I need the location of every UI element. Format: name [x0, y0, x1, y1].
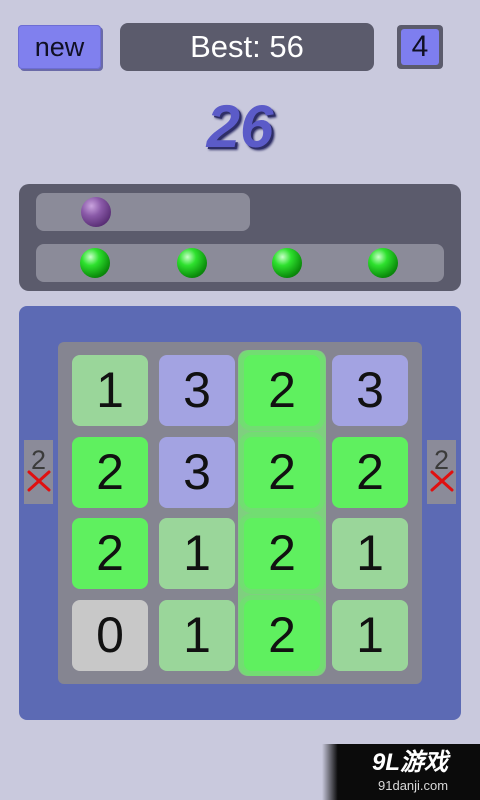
current-score: 26	[206, 93, 274, 160]
level-button[interactable]: 4	[397, 25, 443, 69]
green-ball	[80, 248, 110, 278]
best-score-display: Best: 56	[120, 23, 374, 71]
green-ball	[272, 248, 302, 278]
grid-tile[interactable]: 1	[332, 518, 408, 589]
grid-tile[interactable]: 1	[159, 600, 235, 671]
grid-tile[interactable]: 3	[332, 355, 408, 426]
grid-tile[interactable]: 2	[244, 355, 320, 426]
grid-tile[interactable]: 2	[72, 518, 148, 589]
grid-tile[interactable]: 2	[244, 518, 320, 589]
watermark-logo: 9L游戏	[372, 749, 449, 776]
bottom-ball-track	[36, 244, 444, 282]
grid-tile[interactable]: 1	[72, 355, 148, 426]
grid-tile[interactable]: 2	[244, 600, 320, 671]
left-row-marker[interactable]: 2	[24, 440, 53, 504]
close-icon	[27, 470, 51, 492]
right-row-marker[interactable]: 2	[427, 440, 456, 504]
grid-tile[interactable]: 0	[72, 600, 148, 671]
ball-tracks-panel	[19, 184, 461, 291]
grid-tile[interactable]: 2	[332, 437, 408, 508]
green-ball	[177, 248, 207, 278]
green-ball	[368, 248, 398, 278]
site-watermark: 9L游戏 91danji.com	[322, 744, 480, 800]
new-game-button[interactable]: new	[18, 25, 101, 69]
grid-tile[interactable]: 2	[244, 437, 320, 508]
grid-tile[interactable]: 3	[159, 355, 235, 426]
grid-tile[interactable]: 3	[159, 437, 235, 508]
purple-ball	[81, 197, 111, 227]
grid-tile[interactable]: 1	[159, 518, 235, 589]
watermark-url: 91danji.com	[378, 778, 449, 793]
grid-tile[interactable]: 1	[332, 600, 408, 671]
close-icon	[430, 470, 454, 492]
grid-tile[interactable]: 2	[72, 437, 148, 508]
top-ball-track	[36, 193, 250, 231]
level-number: 4	[401, 29, 439, 65]
